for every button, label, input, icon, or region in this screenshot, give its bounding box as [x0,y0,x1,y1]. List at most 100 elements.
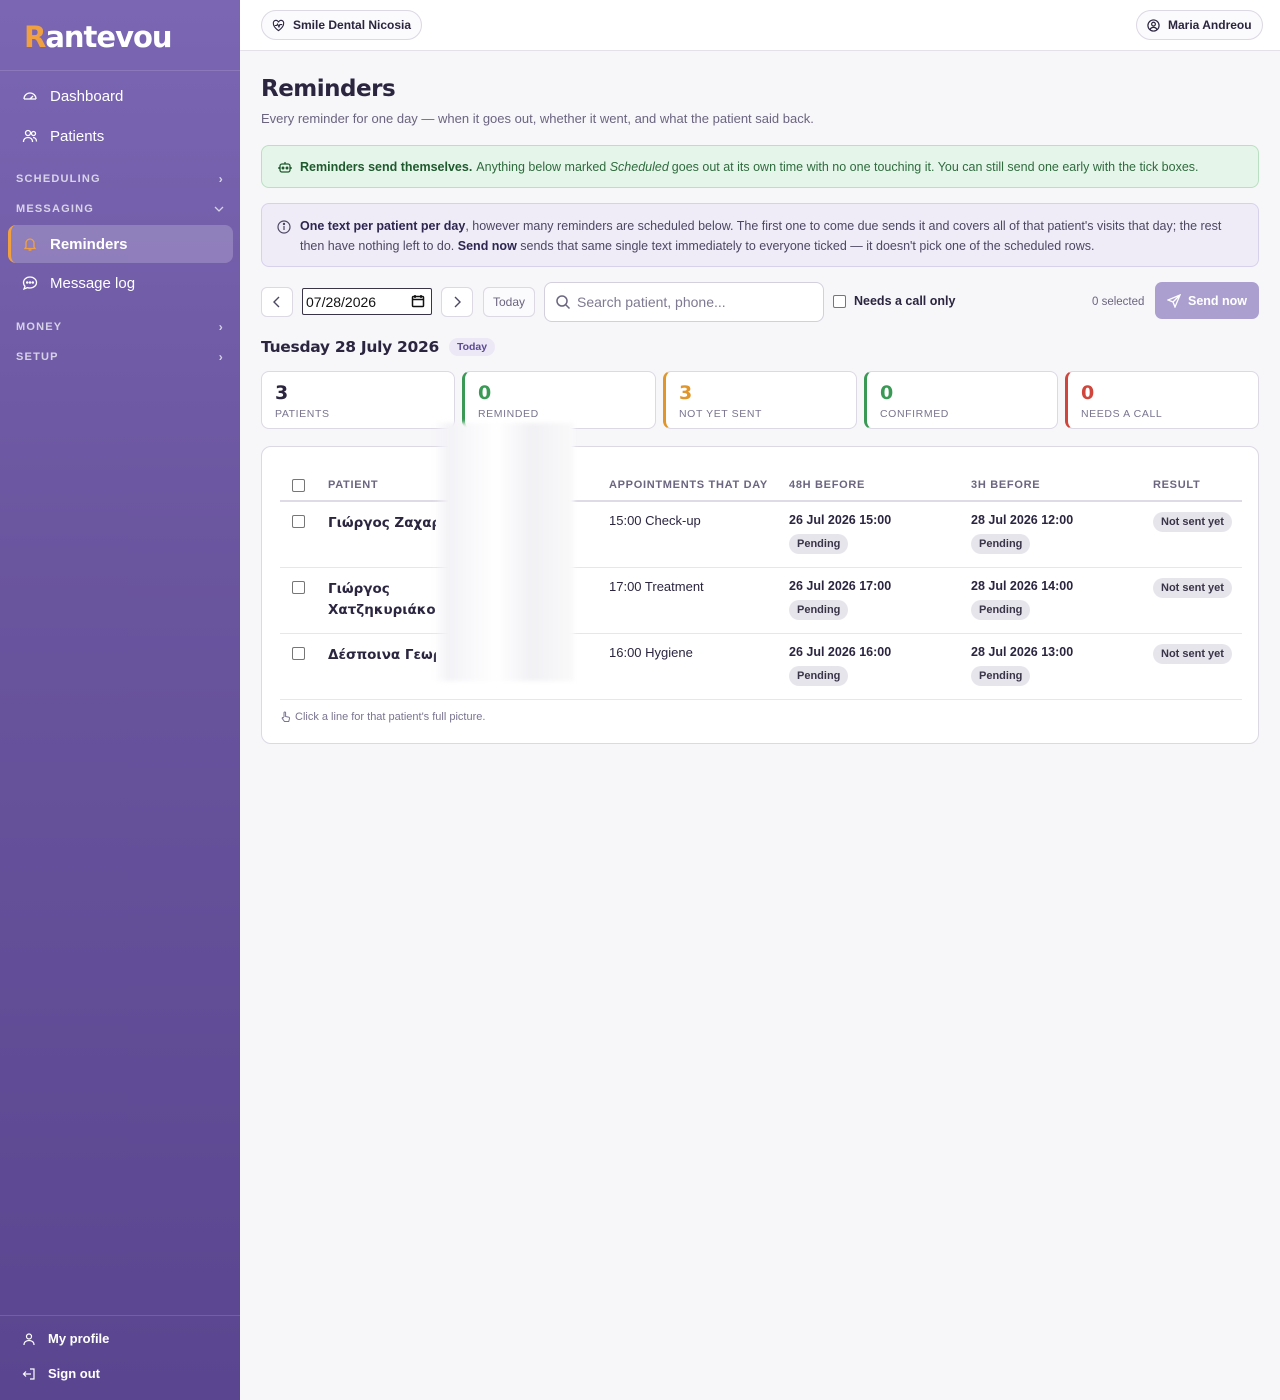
status-badge: Pending [971,665,1031,686]
patient-name[interactable]: Γιώργος Χατζηκυριάκο [328,579,436,621]
today-button[interactable]: Today [483,287,535,317]
heart-pulse-icon [272,19,285,32]
stat-value: 3 [275,382,289,404]
day-title: Tuesday 28 July 2026 [261,338,439,356]
banner-bold: One text per patient per day [300,219,466,233]
chat-icon [22,275,38,291]
section-label: MONEY [16,321,63,333]
row-select-cell [280,633,328,700]
stat-value: 0 [478,382,492,404]
stat-reminded[interactable]: 0 REMINDED [462,371,656,429]
result-cell: Not sent yet [1153,567,1242,634]
h3-cell: 28 Jul 2026 12:00 Pending [971,501,1153,568]
users-icon [22,128,38,144]
banner-text: goes out at its own time with no one tou… [671,159,1199,174]
select-all-checkbox[interactable] [292,479,305,492]
stat-label: PATIENTS [275,408,330,420]
needs-call-filter[interactable]: Needs a call only [833,294,955,308]
stat-value: 0 [1081,382,1095,404]
h48-time: 26 Jul 2026 17:00 [789,578,892,593]
send-now-button[interactable]: Send now [1155,282,1259,319]
banner-text: Anything below marked [476,159,607,174]
h48-time: 26 Jul 2026 16:00 [789,644,892,659]
sidebar-section-setup[interactable]: SETUP › [16,350,224,364]
sign-out-icon [22,1367,38,1381]
user-icon [22,1332,38,1346]
appointments-cell: 17:00 Treatment [609,567,789,634]
sign-out-link[interactable]: Sign out [22,1366,100,1381]
sidebar-item-message-log[interactable]: Message log [8,264,233,302]
section-label: SETUP [16,351,59,363]
col-result: RESULT [1153,465,1242,502]
pointer-hand-icon [280,711,292,723]
h48-time: 26 Jul 2026 15:00 [789,513,892,527]
row-checkbox[interactable] [292,646,305,660]
table-row[interactable]: Γιώργος Χατζηκυριάκο 17:00 Treatment 26 … [280,567,1242,634]
banner-bold: Send now [457,239,517,253]
table-row[interactable]: Δέσποινα Γεωρ 16:00 Hygiene 26 Jul 2026 … [280,633,1242,700]
sidebar-item-patients[interactable]: Patients [8,117,233,155]
table-row[interactable]: Γιώργος Ζαχαρ 15:00 Check-up 26 Jul 2026… [280,501,1242,568]
filter-toolbar: 07/28/2026 Today Needs a call only 0 sel… [261,282,1259,322]
h3-time: 28 Jul 2026 12:00 [971,513,1074,527]
banner-text: sends that same single text immediately … [516,239,1095,253]
stat-label: REMINDED [478,408,539,420]
user-name: Maria Andreou [1168,18,1252,32]
date-input[interactable]: 07/28/2026 [302,288,432,315]
robot-icon [278,160,292,174]
banner-bold: Reminders send themselves. [300,159,473,174]
my-profile-link[interactable]: My profile [22,1331,109,1346]
table-hint: Click a line for that patient's full pic… [280,711,485,723]
row-select-cell [280,501,328,568]
needs-call-checkbox[interactable] [833,294,846,308]
sidebar-item-reminders[interactable]: Reminders [8,225,233,263]
row-checkbox[interactable] [292,580,305,594]
stat-confirmed[interactable]: 0 CONFIRMED [864,371,1058,429]
next-day-button[interactable] [441,287,473,317]
result-cell: Not sent yet [1153,501,1242,568]
clinic-switcher[interactable]: Smile Dental Nicosia [261,10,423,40]
today-tag: Today [448,338,496,356]
paper-plane-icon [1166,293,1181,308]
result-badge: Not sent yet [1153,577,1232,598]
hint-text: Click a line for that patient's full pic… [295,711,486,723]
selected-count: 0 selected [1092,296,1145,308]
chevron-right-icon: › [218,350,224,364]
patient-name[interactable]: Γιώργος Ζαχαρ [328,513,436,534]
sidebar-section-messaging[interactable]: MESSAGING [16,202,224,216]
h3-cell: 28 Jul 2026 14:00 Pending [971,567,1153,634]
calendar-icon[interactable] [411,294,425,311]
patient-name[interactable]: Δέσποινα Γεωρ [328,645,436,666]
status-badge: Pending [789,534,849,554]
status-badge: Pending [971,599,1031,620]
stat-value: 3 [679,382,693,404]
sidebar-section-money[interactable]: MONEY › [16,320,224,334]
sidebar-item-dashboard[interactable]: Dashboard [8,77,233,115]
sidebar-section-scheduling[interactable]: SCHEDULING › [16,172,224,186]
stat-label: CONFIRMED [880,408,949,420]
stat-patients[interactable]: 3 PATIENTS [261,371,455,429]
stat-value: 0 [880,382,894,404]
col-appointments: APPOINTMENTS THAT DAY [609,465,789,502]
chevron-left-icon [273,296,280,308]
appointments-cell: 15:00 Check-up [609,501,789,568]
search-box [544,282,824,322]
info-icon [277,220,291,234]
logo[interactable]: Rantevou [0,0,240,71]
stats-row: 3 PATIENTS 0 REMINDED 3 NOT YET SENT 0 C… [261,371,1259,429]
my-profile-label: My profile [48,1331,110,1346]
row-select-cell [280,567,328,634]
search-input[interactable] [577,294,807,310]
select-all-header [280,465,328,502]
user-menu[interactable]: Maria Andreou [1136,10,1263,40]
search-icon [556,295,571,310]
stat-label: NOT YET SENT [679,408,763,420]
h48-cell: 26 Jul 2026 17:00 Pending [789,567,971,634]
stat-not-yet-sent[interactable]: 3 NOT YET SENT [663,371,857,429]
row-checkbox[interactable] [292,515,305,528]
previous-day-button[interactable] [261,287,293,317]
status-badge: Pending [789,665,849,686]
chevron-right-icon: › [218,172,224,186]
sidebar-item-label: Message log [50,274,136,292]
stat-needs-a-call[interactable]: 0 NEEDS A CALL [1065,371,1259,429]
